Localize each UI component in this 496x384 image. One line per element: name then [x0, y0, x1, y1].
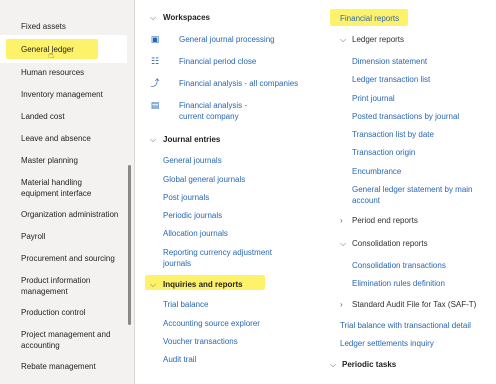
link-financial-period-close[interactable]: Financial period close — [179, 56, 256, 67]
inquiries-header[interactable]: Inquiries and reports — [163, 279, 243, 290]
link-consolidation-transactions[interactable]: Consolidation transactions — [352, 260, 446, 271]
link-global-general-journals[interactable]: Global general journals — [163, 174, 245, 185]
link-encumbrance[interactable]: Encumbrance — [352, 166, 401, 177]
chevron-down-icon[interactable]: ⌵ — [330, 359, 336, 370]
right-column: Financial reports ⌵ Ledger reports Dimen… — [330, 0, 496, 384]
workspace-tile-icon: ▣ — [150, 34, 160, 44]
period-end-reports-header[interactable]: Period end reports — [352, 215, 418, 226]
nav-item-procurement-and-sourcing[interactable]: Procurement and sourcing — [21, 253, 125, 264]
workspaces-header[interactable]: Workspaces — [163, 12, 210, 23]
link-periodic-journals[interactable]: Periodic journals — [163, 210, 222, 221]
chevron-down-icon[interactable]: ⌵ — [340, 238, 346, 249]
link-audit-trail[interactable]: Audit trail — [163, 354, 196, 365]
nav-item-material-handling[interactable]: Material handling equipment interface — [21, 177, 117, 199]
chevron-down-icon[interactable]: ⌵ — [150, 134, 156, 145]
checklist-icon: ☷ — [150, 56, 160, 66]
chevron-down-icon[interactable]: ⌵ — [150, 12, 156, 23]
periodic-tasks-header[interactable]: Periodic tasks — [342, 359, 396, 370]
nav-item-fixed-assets[interactable]: Fixed assets — [21, 21, 125, 32]
nav-item-product-information-management[interactable]: Product information management — [21, 275, 113, 297]
nav-item-rebate-management[interactable]: Rebate management — [21, 361, 125, 372]
link-financial-analysis-current[interactable]: Financial analysis - current company — [179, 100, 259, 122]
link-voucher-transactions[interactable]: Voucher transactions — [163, 336, 238, 347]
report-page-icon: ▤ — [150, 100, 160, 110]
link-general-ledger-statement[interactable]: General ledger statement by main account — [352, 184, 482, 206]
link-ledger-transaction-list[interactable]: Ledger transaction list — [352, 74, 430, 85]
nav-item-leave-and-absence[interactable]: Leave and absence — [21, 133, 125, 144]
consolidation-reports-header[interactable]: Consolidation reports — [352, 238, 428, 249]
link-dimension-statement[interactable]: Dimension statement — [352, 56, 427, 67]
module-navigation-pane: Fixed assets General ledger ☝ Human reso… — [0, 0, 135, 384]
nav-item-general-ledger[interactable]: General ledger ☝ — [0, 35, 127, 63]
nav-item-master-planning[interactable]: Master planning — [21, 155, 125, 166]
link-trial-balance[interactable]: Trial balance — [163, 299, 209, 310]
link-general-journals[interactable]: General journals — [163, 155, 222, 166]
link-trial-balance-transactional[interactable]: Trial balance with transactional detail — [340, 320, 471, 331]
link-post-journals[interactable]: Post journals — [163, 192, 209, 203]
chevron-right-icon[interactable]: › — [340, 215, 343, 226]
financial-reports-header[interactable]: Financial reports — [340, 13, 399, 24]
middle-column: ⌵ Workspaces ▣ General journal processin… — [134, 0, 330, 384]
nav-item-project-management[interactable]: Project management and accounting — [21, 329, 113, 351]
nav-item-organization-administration[interactable]: Organization administration — [21, 209, 125, 220]
nav-item-human-resources[interactable]: Human resources — [21, 67, 125, 78]
nav-item-production-control[interactable]: Production control — [21, 307, 125, 318]
link-ledger-settlements-inquiry[interactable]: Ledger settlements inquiry — [340, 338, 434, 349]
link-accounting-source-explorer[interactable]: Accounting source explorer — [163, 318, 260, 329]
link-allocation-journals[interactable]: Allocation journals — [163, 228, 228, 239]
link-reporting-currency-adjustment[interactable]: Reporting currency adjustment journals — [163, 247, 281, 269]
hand-cursor-icon: ☝ — [48, 50, 55, 61]
nav-item-payroll[interactable]: Payroll — [21, 231, 125, 242]
nav-item-landed-cost[interactable]: Landed cost — [21, 111, 125, 122]
chevron-down-icon[interactable]: ⌵ — [150, 279, 156, 290]
ledger-reports-header[interactable]: Ledger reports — [352, 34, 404, 45]
saft-header[interactable]: Standard Audit File for Tax (SAF-T) — [352, 299, 476, 310]
link-print-journal[interactable]: Print journal — [352, 93, 395, 104]
link-general-journal-processing[interactable]: General journal processing — [179, 34, 275, 45]
chevron-down-icon[interactable]: ⌵ — [340, 34, 346, 45]
journal-entries-header[interactable]: Journal entries — [163, 134, 220, 145]
trend-icon: ⤴ — [150, 78, 160, 88]
chevron-right-icon[interactable]: › — [340, 299, 343, 310]
link-transaction-list-by-date[interactable]: Transaction list by date — [352, 129, 434, 140]
nav-item-inventory-management[interactable]: Inventory management — [21, 89, 125, 100]
link-transaction-origin[interactable]: Transaction origin — [352, 147, 415, 158]
link-elimination-rules-definition[interactable]: Elimination rules definition — [352, 278, 445, 289]
link-posted-transactions-by-journal[interactable]: Posted transactions by journal — [352, 111, 459, 122]
link-financial-analysis-all[interactable]: Financial analysis - all companies — [179, 78, 298, 89]
nav-scrollbar[interactable] — [128, 165, 131, 325]
